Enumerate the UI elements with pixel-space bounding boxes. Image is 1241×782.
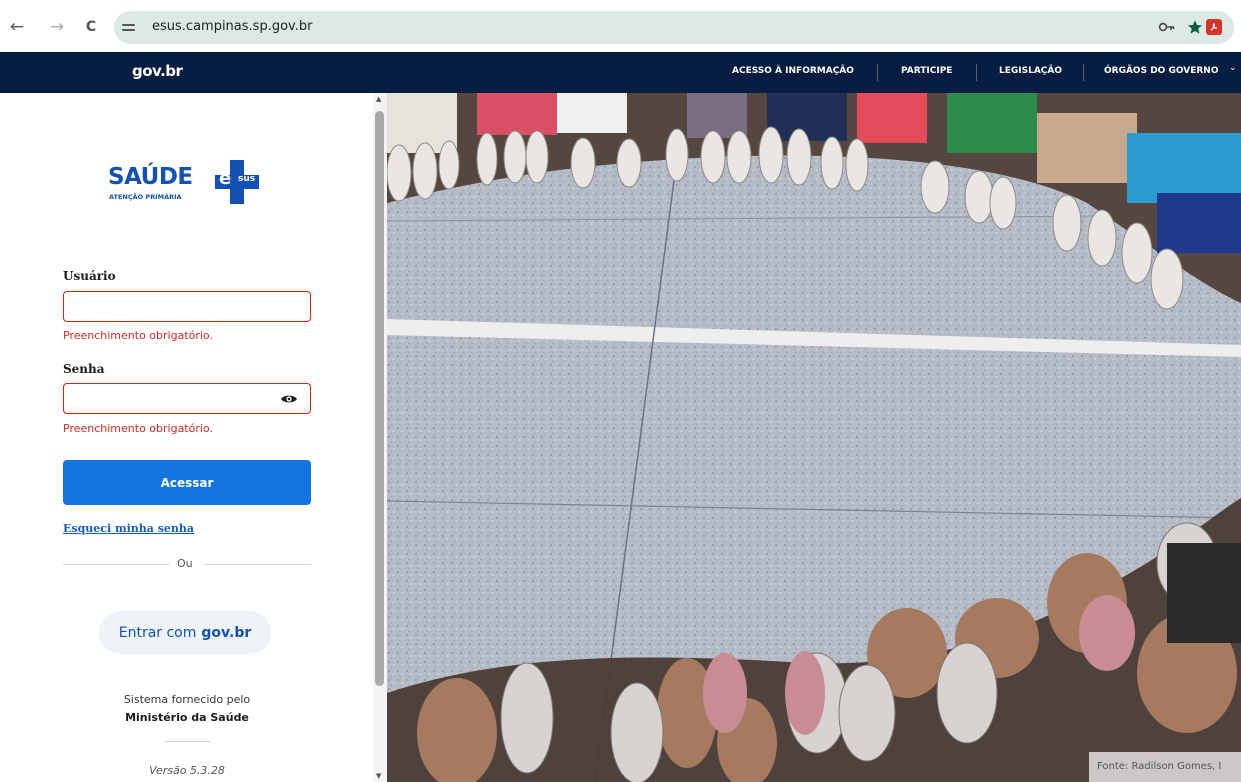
logo-badge-e: e xyxy=(219,168,232,189)
username-input[interactable] xyxy=(63,291,311,322)
version-text: Versão 5.3.28 xyxy=(149,764,225,777)
photo-credit: Fonte: Radilson Gomes, I xyxy=(1089,752,1241,782)
nav-separator xyxy=(877,64,878,81)
saude-esus-logo: SAÚDE ATENÇÃO PRIMÁRIA e sus xyxy=(108,160,268,205)
govbr-header: gov.br ACESSO À INFORMAÇÃO PARTICIPE LEG… xyxy=(0,52,1241,93)
nav-separator xyxy=(1083,64,1084,81)
photo-illustration xyxy=(387,93,1241,782)
bookmark-star-icon[interactable] xyxy=(1184,17,1206,37)
forgot-password-link[interactable]: Esqueci minha senha xyxy=(63,522,194,535)
username-label: Usuário xyxy=(63,269,116,283)
url-text[interactable]: esus.campinas.sp.gov.br xyxy=(152,19,312,34)
password-input[interactable] xyxy=(63,383,311,414)
divider-or: Ou xyxy=(177,557,193,570)
logo-title: SAÚDE xyxy=(108,164,193,190)
footer-line-2: Ministério da Saúde xyxy=(125,711,249,724)
pdf-extension-icon[interactable] xyxy=(1206,19,1222,35)
browser-toolbar: ← → C esus.campinas.sp.gov.br xyxy=(0,0,1241,52)
back-arrow-icon[interactable]: ← xyxy=(4,14,30,40)
scrollbar[interactable]: ▲ ▼ xyxy=(373,93,387,782)
password-key-icon[interactable] xyxy=(1156,17,1178,37)
govbr-logo[interactable]: gov.br xyxy=(132,62,183,80)
scroll-down-icon[interactable]: ▼ xyxy=(376,772,381,780)
divider-line xyxy=(63,564,170,565)
govbr-button-brand: gov.br xyxy=(201,624,252,641)
logo-subtitle: ATENÇÃO PRIMÁRIA xyxy=(109,193,182,201)
nav-legislacao[interactable]: LEGISLAÇÃO xyxy=(999,66,1062,76)
eye-icon[interactable] xyxy=(277,391,301,407)
nav-participe[interactable]: PARTICIPE xyxy=(901,66,952,76)
nav-acesso-informacao[interactable]: ACESSO À INFORMAÇÃO xyxy=(732,66,854,76)
password-error: Preenchimento obrigatório. xyxy=(63,422,213,435)
forward-arrow-icon[interactable]: → xyxy=(44,14,70,40)
address-bar[interactable]: esus.campinas.sp.gov.br xyxy=(114,11,1234,44)
footer-line-1: Sistema fornecido pelo xyxy=(123,693,251,706)
reload-icon[interactable]: C xyxy=(78,14,104,40)
govbr-login-button[interactable]: Entrar com gov.br xyxy=(99,611,271,654)
chevron-down-icon[interactable]: ⌄ xyxy=(1229,63,1237,73)
govbr-button-prefix: Entrar com xyxy=(118,624,197,641)
scrollbar-thumb[interactable] xyxy=(375,111,384,686)
scroll-up-icon[interactable]: ▲ xyxy=(376,95,381,103)
acessar-button[interactable]: Acessar xyxy=(63,460,311,505)
hero-photo: Fonte: Radilson Gomes, I xyxy=(387,93,1241,782)
username-error: Preenchimento obrigatório. xyxy=(63,329,213,342)
nav-orgaos-governo[interactable]: ÓRGÃOS DO GOVERNO xyxy=(1104,66,1218,76)
password-label: Senha xyxy=(63,362,105,376)
nav-separator xyxy=(976,64,977,81)
logo-badge-sus: sus xyxy=(238,174,256,184)
divider-line xyxy=(204,564,311,565)
footer-divider xyxy=(165,741,210,742)
login-panel: SAÚDE ATENÇÃO PRIMÁRIA e sus Usuário Pre… xyxy=(0,93,373,782)
site-info-icon[interactable] xyxy=(122,18,140,36)
